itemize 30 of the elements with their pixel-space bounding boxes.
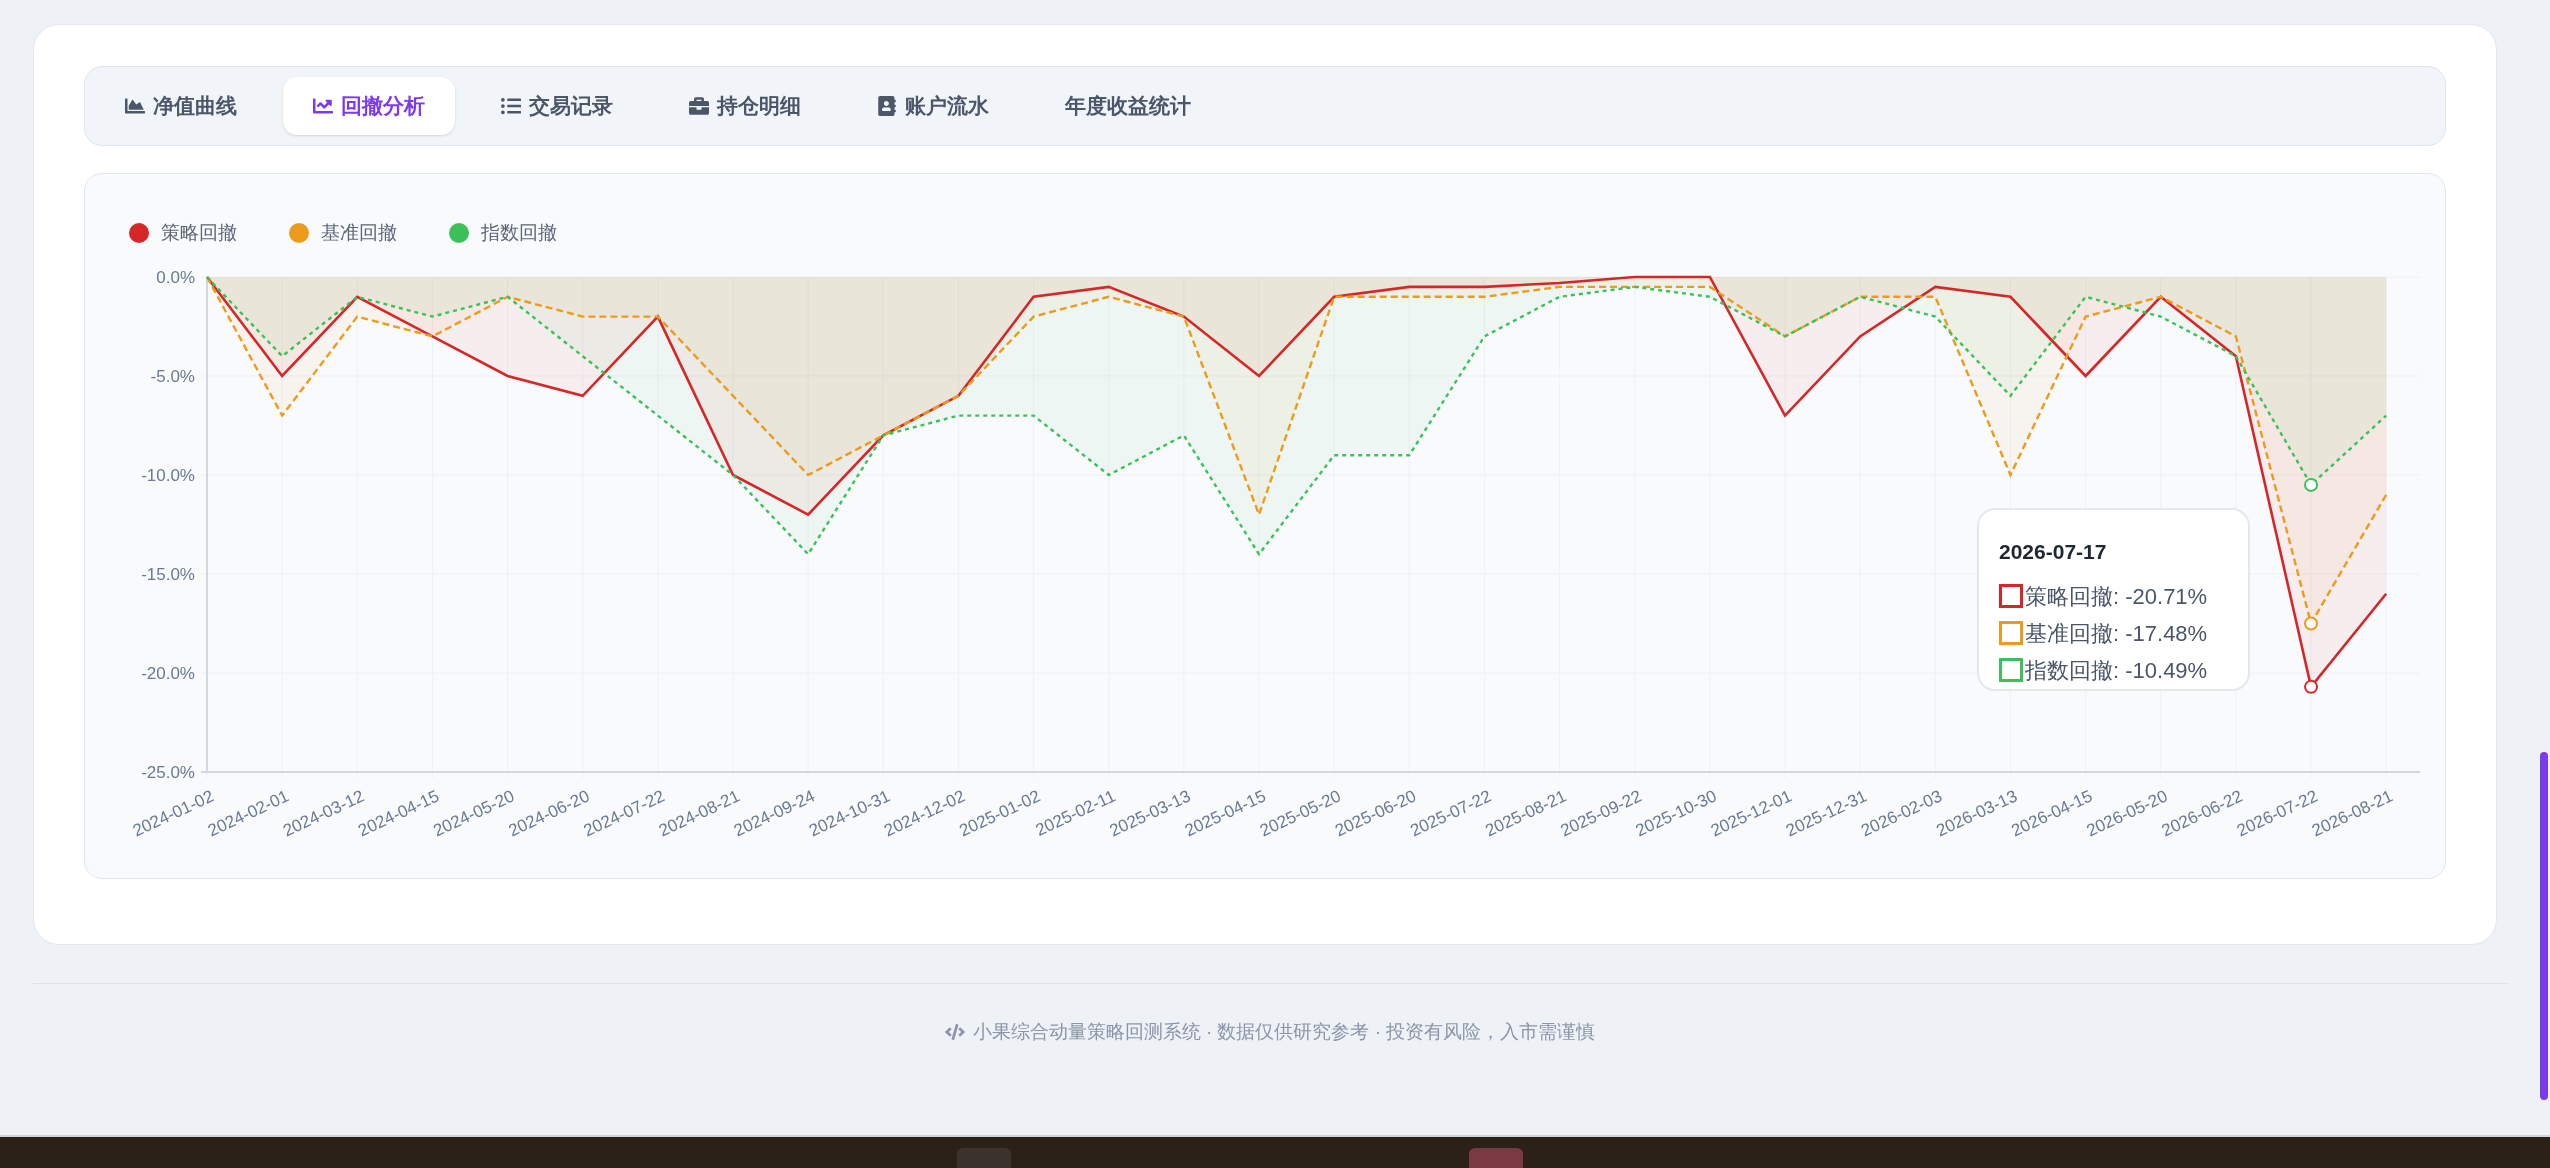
- tooltip-value: 指数回撤: -10.49%: [2025, 656, 2208, 685]
- tooltip-date: 2026-07-17: [1999, 539, 2108, 565]
- axis-label: -10.0%: [141, 466, 195, 485]
- tab[interactable]: 持仓明细: [659, 77, 831, 135]
- point-marker: [2304, 616, 2319, 631]
- axis-label: -5.0%: [150, 367, 195, 386]
- legend-label[interactable]: 指数回撤: [481, 218, 557, 248]
- tab-icon: [689, 96, 709, 116]
- point-marker: [2304, 477, 2319, 492]
- tab[interactable]: 账户流水: [847, 77, 1019, 135]
- tab[interactable]: 年度收益统计: [1035, 77, 1221, 135]
- tab-icon: [877, 96, 897, 116]
- tab-icon: [313, 96, 333, 116]
- footer-text: 小果综合动量策略回测系统 · 数据仅供研究参考 · 投资有风险，入市需谨慎: [972, 1020, 1596, 1044]
- point-marker: [2304, 679, 2319, 694]
- tab-icon: [501, 96, 521, 116]
- tooltip-value: 策略回撤: -20.71%: [2025, 582, 2208, 611]
- tooltip-value: 基准回撤: -17.48%: [2025, 619, 2208, 648]
- legend-label[interactable]: 基准回撤: [321, 218, 397, 248]
- scrollbar-thumb[interactable]: [2540, 752, 2548, 1100]
- legend-label[interactable]: 策略回撤: [161, 218, 237, 248]
- tab[interactable]: 交易记录: [471, 77, 643, 135]
- tab[interactable]: 回撤分析: [283, 77, 455, 135]
- axis-label: -20.0%: [141, 664, 195, 683]
- axis-label: 0.0%: [156, 268, 195, 287]
- tab[interactable]: 净值曲线: [95, 77, 267, 135]
- axis-label: -15.0%: [141, 565, 195, 584]
- code-icon: [944, 1022, 965, 1043]
- tab-icon: [125, 96, 145, 116]
- axis-label: -25.0%: [141, 763, 195, 782]
